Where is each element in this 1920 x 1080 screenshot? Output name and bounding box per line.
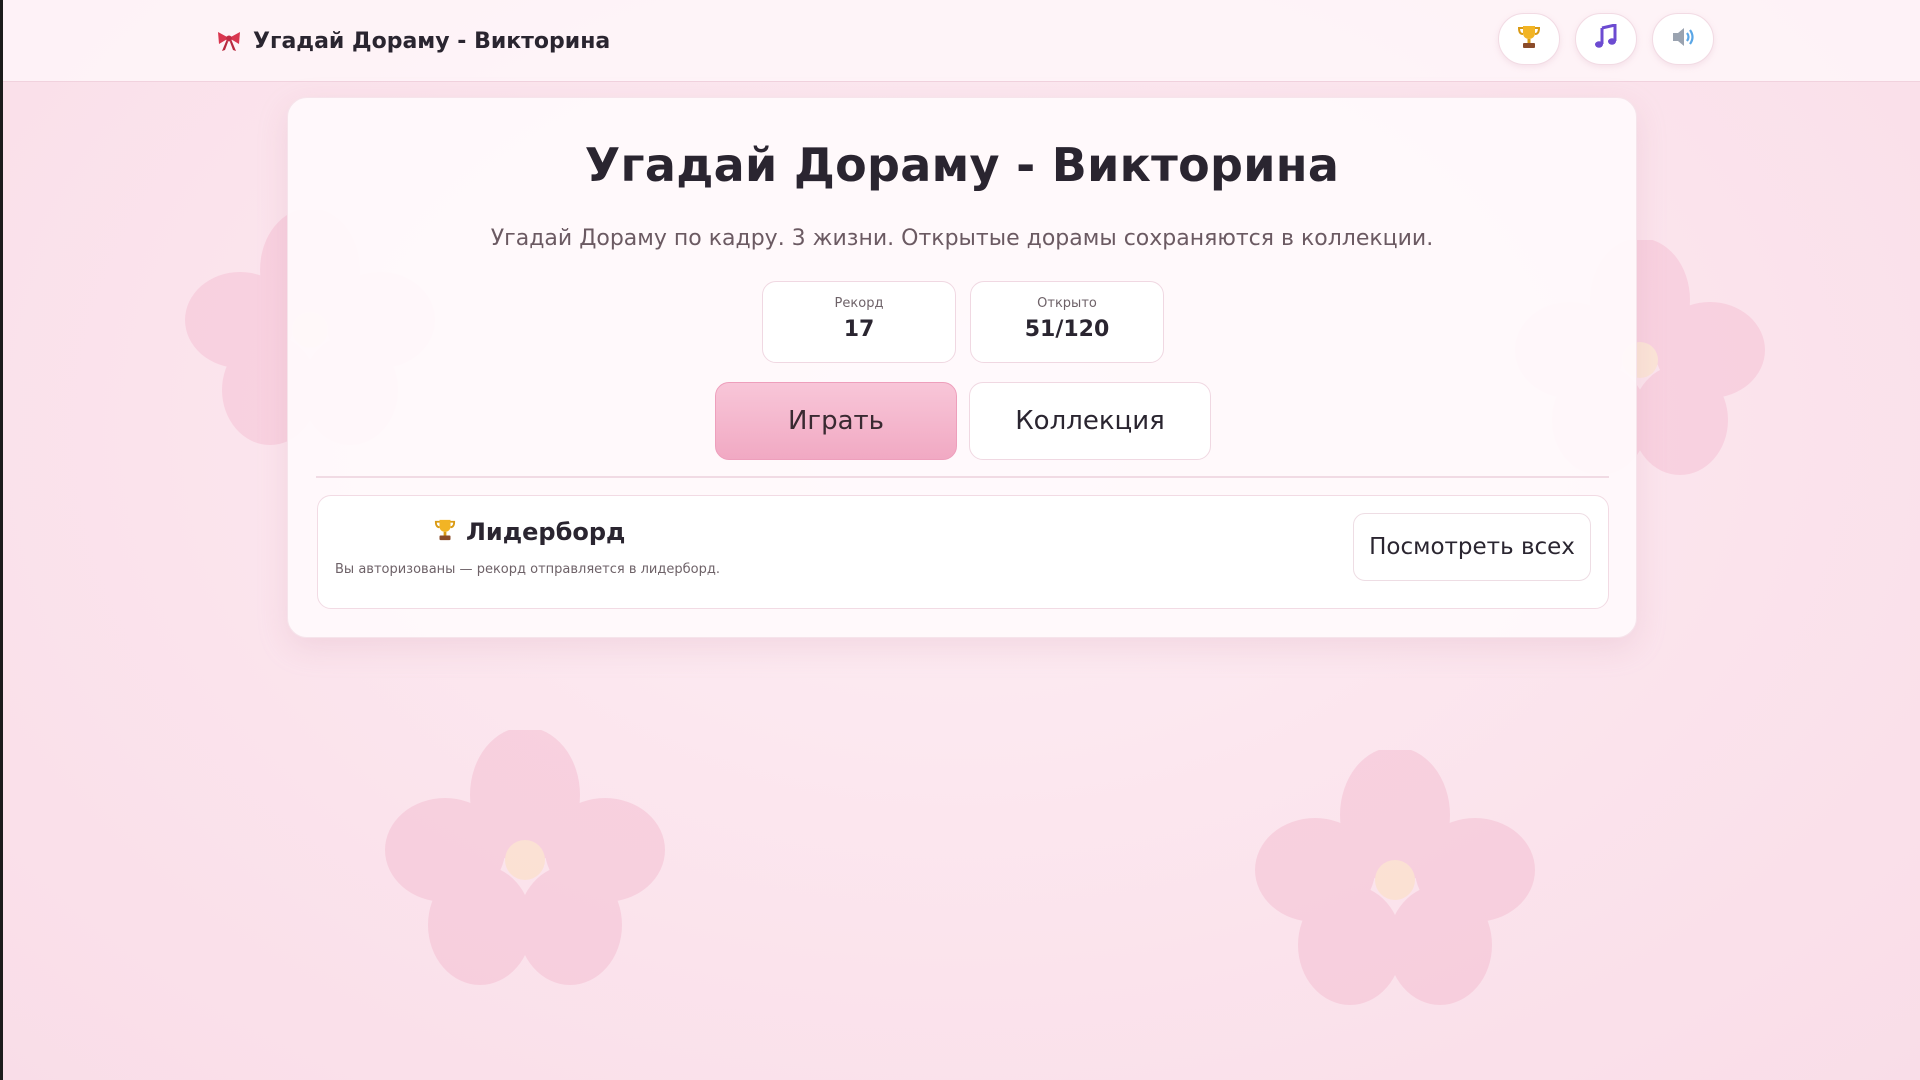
record-stat: Рекорд 17 (762, 281, 956, 363)
main-card: Угадай Дораму - Викторина Угадай Дораму … (287, 97, 1637, 638)
collection-button[interactable]: Коллекция (969, 382, 1211, 460)
window-edge (0, 0, 3, 1080)
trophy-icon (434, 518, 456, 546)
divider (316, 476, 1609, 478)
play-button[interactable]: Играть (715, 382, 957, 460)
view-all-button[interactable]: Посмотреть всех (1353, 513, 1591, 581)
leaderboard-title: Лидерборд (466, 518, 626, 546)
leaderboard-note: Вы авторизованы — рекорд отправляется в … (335, 562, 720, 577)
opened-stat: Открыто 51/120 (970, 281, 1164, 363)
brand-title: Угадай Дораму - Викторина (253, 28, 611, 54)
leaderboard-button[interactable] (1498, 13, 1560, 65)
stat-label: Рекорд (834, 296, 884, 311)
bow-icon (215, 27, 243, 55)
trophy-icon (1517, 24, 1541, 54)
page-subtitle: Угадай Дораму по кадру. 3 жизни. Открыты… (490, 226, 1434, 251)
leaderboard-heading: Лидерборд (434, 518, 625, 546)
speaker-icon (1670, 25, 1696, 53)
sakura-flower-decoration (1250, 750, 1540, 1010)
leaderboard-panel: Лидерборд Вы авторизованы — рекорд отпра… (317, 495, 1609, 609)
sound-toggle-button[interactable] (1652, 13, 1714, 65)
top-header: Угадай Дораму - Викторина (3, 0, 1920, 82)
music-toggle-button[interactable] (1575, 13, 1637, 65)
sakura-flower-decoration (380, 730, 670, 990)
stat-value: 17 (843, 317, 875, 342)
stat-value: 51/120 (1024, 317, 1110, 342)
music-note-icon (1594, 23, 1618, 54)
page-title: Угадай Дораму - Викторина (584, 138, 1340, 192)
stat-label: Открыто (1037, 296, 1097, 311)
brand[interactable]: Угадай Дораму - Викторина (215, 24, 610, 58)
